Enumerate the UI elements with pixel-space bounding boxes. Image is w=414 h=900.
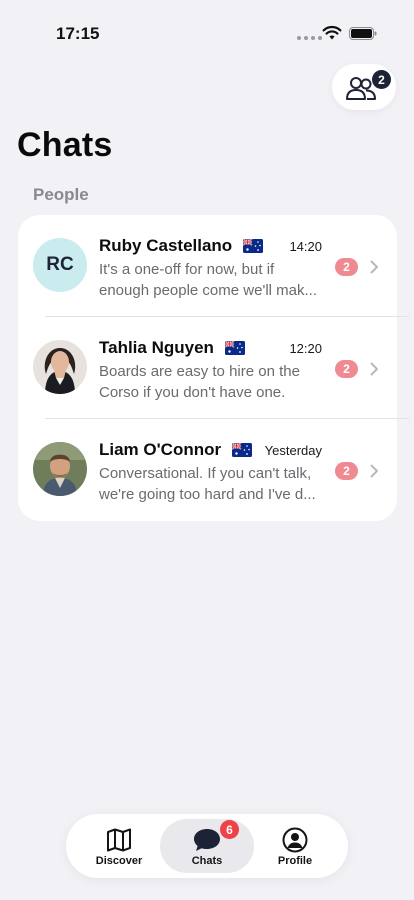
tab-chats[interactable]: 6 Chats	[160, 819, 254, 873]
avatar-initials: RC	[46, 254, 74, 275]
australia-flag-icon	[231, 443, 252, 457]
section-label: People	[33, 185, 89, 204]
chat-time: Yesterday	[264, 443, 322, 458]
chat-row-liam-oconnor[interactable]: Liam O'Connor Yesterday Conversational. …	[18, 419, 397, 521]
chat-list: RC Ruby Castellano 14:20 It's a one-off …	[18, 215, 409, 521]
map-icon	[105, 826, 133, 854]
chevron-right-icon	[370, 260, 378, 274]
chat-name-text: Tahlia Nguyen	[99, 338, 214, 357]
tab-discover[interactable]: Discover	[72, 819, 166, 873]
avatar-photo	[33, 340, 87, 394]
chat-name-text: Liam O'Connor	[99, 440, 222, 459]
avatar-photo	[33, 442, 87, 496]
chats-unread-badge: 6	[220, 820, 239, 839]
avatar	[33, 442, 87, 496]
status-bar: 17:15	[0, 0, 414, 60]
chat-name: Ruby Castellano	[99, 236, 263, 256]
tab-label: Profile	[277, 855, 313, 867]
avatar	[33, 340, 87, 394]
australia-flag-icon	[242, 239, 263, 253]
avatar: RC	[33, 238, 87, 292]
chat-row-tahlia-nguyen[interactable]: Tahlia Nguyen 12:20 Boards are easy to h…	[18, 317, 397, 419]
chat-name-text: Ruby Castellano	[99, 236, 233, 255]
chat-row-ruby-castellano[interactable]: RC Ruby Castellano 14:20 It's a one-off …	[18, 215, 397, 317]
tab-profile[interactable]: Profile	[248, 819, 342, 873]
unread-badge: 2	[335, 462, 358, 480]
tab-bar: Discover 6 Chats Profile	[66, 814, 348, 878]
chat-time: 12:20	[289, 341, 322, 356]
chat-bubble-icon	[193, 826, 221, 854]
chevron-right-icon	[370, 464, 378, 478]
australia-flag-icon	[224, 341, 245, 355]
chat-name: Tahlia Nguyen	[99, 338, 245, 358]
tab-label: Chats	[191, 855, 223, 867]
page-title: Chats	[17, 126, 113, 164]
profile-icon	[281, 826, 309, 854]
status-time: 17:15	[56, 24, 100, 43]
battery-icon	[349, 27, 377, 40]
chat-preview: Boards are easy to hire on the Corso if …	[99, 363, 300, 401]
chat-preview: Conversational. If you can't talk, we're…	[99, 465, 316, 503]
friends-count-badge: 2	[372, 70, 391, 89]
wifi-icon	[322, 25, 342, 40]
friends-button[interactable]: 2	[332, 64, 396, 110]
chat-time: 14:20	[289, 239, 322, 254]
chat-preview: It's a one-off for now, but if enough pe…	[99, 261, 317, 299]
tab-label: Discover	[95, 855, 143, 867]
unread-badge: 2	[335, 258, 358, 276]
chat-name: Liam O'Connor	[99, 440, 252, 460]
unread-badge: 2	[335, 360, 358, 378]
chevron-right-icon	[370, 362, 378, 376]
signal-icon	[297, 36, 322, 40]
